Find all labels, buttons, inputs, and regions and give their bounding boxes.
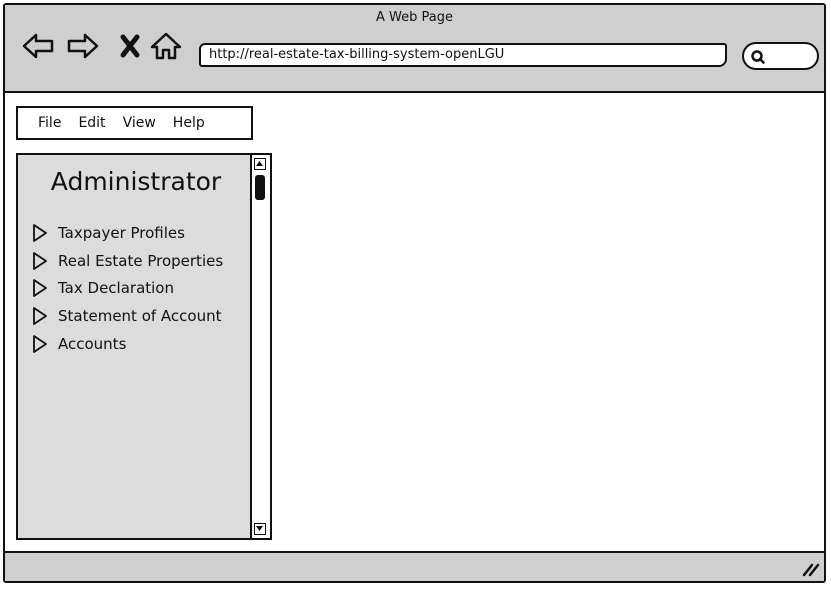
close-icon [120,34,140,58]
forward-button[interactable] [66,31,100,61]
sidebar-item-label: Taxpayer Profiles [58,223,185,242]
triangle-right-icon [33,251,47,270]
url-input[interactable]: http://real-estate-tax-billing-system-op… [199,43,727,67]
sidebar-item-real-estate-properties[interactable]: Real Estate Properties [32,247,223,275]
sidebar-item-label: Tax Declaration [58,279,174,298]
back-button[interactable] [21,31,55,61]
menu-edit[interactable]: Edit [78,115,105,131]
scroll-up-button[interactable] [254,158,266,170]
sidebar-item-label: Real Estate Properties [58,251,224,270]
scroll-down-button[interactable] [254,523,266,535]
back-arrow-icon [22,33,54,59]
sidebar-item-taxpayer-profiles[interactable]: Taxpayer Profiles [32,219,223,247]
menu-file[interactable]: File [38,115,61,131]
arrow-down-icon [256,526,263,531]
forward-arrow-icon [67,33,99,59]
home-icon [150,32,182,60]
home-button[interactable] [149,31,183,61]
sidebar-item-label: Accounts [58,334,127,353]
triangle-right-icon [33,307,47,325]
resize-grip-icon[interactable] [800,559,820,577]
sidebar-item-statement-of-account[interactable]: Statement of Account [32,302,223,330]
sidebar-item-accounts[interactable]: Accounts [32,330,223,358]
menu-help[interactable]: Help [173,115,205,131]
sidebar-nav: Taxpayer Profiles Real Estate Properties… [32,219,223,357]
menu-view[interactable]: View [123,115,156,131]
triangle-right-icon [33,223,47,242]
arrow-up-icon [256,161,263,166]
stop-button[interactable] [113,31,147,61]
menu-bar: File Edit View Help [16,106,253,140]
page-title: A Web Page [376,10,453,25]
sidebar-title: Administrator [50,167,222,196]
search-icon [751,50,765,64]
search-input[interactable] [742,42,819,70]
sidebar-scrollbar[interactable] [250,155,270,538]
triangle-right-icon [33,279,47,298]
scrollbar-thumb[interactable] [255,175,265,200]
triangle-right-icon [33,334,47,353]
browser-window: A Web Page http://real-estate-tax-billin… [3,3,826,583]
status-bar [5,551,824,581]
sidebar-item-tax-declaration[interactable]: Tax Declaration [32,274,223,302]
admin-sidebar: Administrator Taxpayer Profiles Real Est… [16,153,272,540]
sidebar-item-label: Statement of Account [58,306,222,325]
browser-toolbar: A Web Page http://real-estate-tax-billin… [5,5,824,93]
